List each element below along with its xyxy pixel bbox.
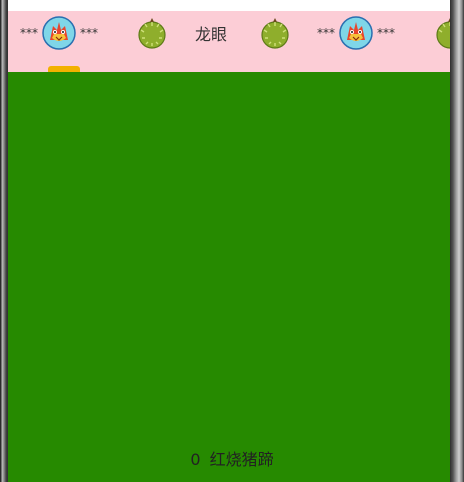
durian-icon [436,18,450,49]
status-bar [8,0,450,11]
tab-prefix-stars: *** [20,26,38,40]
app-screen: *** *** 龙眼 *** *** 0 红烧猪蹄 [8,0,450,482]
tab-durian-2[interactable] [258,11,292,55]
device-frame: *** *** 龙眼 *** *** 0 红烧猪蹄 [0,0,464,482]
item-label: 红烧猪蹄 [209,450,274,469]
tab-bar[interactable]: *** *** 龙眼 *** *** [8,11,450,72]
device-bezel-right [450,0,464,482]
tab-dragon-1[interactable]: *** *** [20,11,98,55]
durian-icon [138,18,166,49]
content-caption: 0 红烧猪蹄 [8,446,450,470]
tab-prefix-stars: *** [317,26,335,40]
tab-dragon-2[interactable]: *** *** [317,11,395,55]
tab-durian-1[interactable] [135,11,169,55]
tab-label-longan: 龙眼 [195,25,228,44]
tab-longan[interactable]: 龙眼 [195,11,227,55]
tab-suffix-stars: *** [377,26,395,40]
device-bezel-left [0,0,8,482]
tab-durian-3[interactable] [433,11,450,55]
durian-icon [261,18,289,49]
selected-tab-indicator [48,66,80,72]
tab-suffix-stars: *** [80,26,98,40]
item-count: 0 [190,450,201,469]
dragon-avatar-icon [42,16,76,50]
dragon-avatar-icon [339,16,373,50]
